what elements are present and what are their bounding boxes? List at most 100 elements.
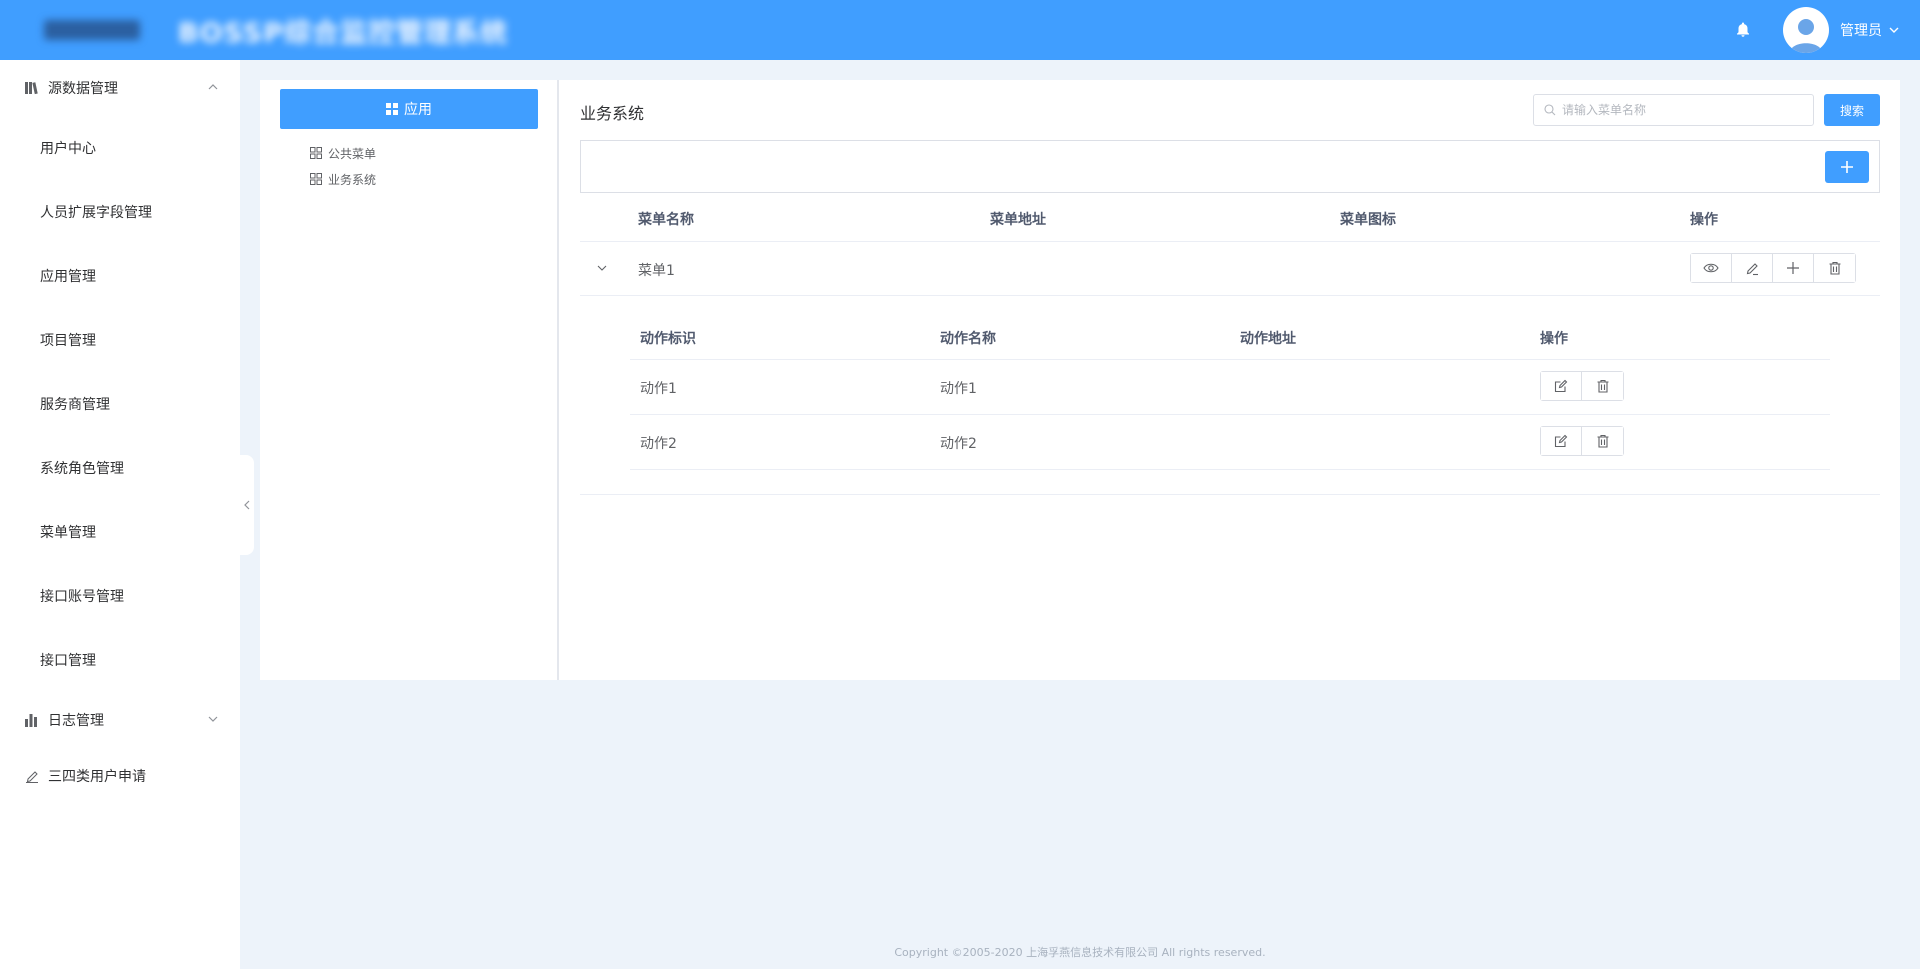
sidebar-item-api-accounts[interactable]: 接口账号管理 — [0, 564, 240, 628]
sidebar-item-label: 项目管理 — [40, 333, 96, 349]
edit-icon — [1554, 379, 1568, 393]
app-title: BOSSP综合监控管理系统 — [178, 17, 508, 49]
sidebar-item-role-management[interactable]: 系统角色管理 — [0, 436, 240, 500]
trash-icon — [1829, 261, 1840, 275]
sidebar-item-extension-fields[interactable]: 人员扩展字段管理 — [0, 180, 240, 244]
sidebar-item-label: 接口账号管理 — [40, 589, 124, 605]
table-toolbar — [580, 140, 1880, 193]
search-input[interactable] — [1562, 103, 1802, 117]
table-row: 菜单1 — [580, 242, 1880, 296]
edit-button[interactable] — [1541, 427, 1582, 455]
app-button[interactable]: 应用 — [280, 89, 538, 129]
app-tree-panel: 应用 公共菜单 业务系统 — [260, 80, 559, 680]
edit-button[interactable] — [1732, 254, 1773, 282]
row-action-group — [1540, 371, 1624, 401]
chevron-down-icon — [208, 712, 218, 728]
tree-node-public-menu[interactable]: 公共菜单 — [310, 144, 376, 162]
edit-pen-icon — [1746, 263, 1758, 276]
sidebar-item-project-management[interactable]: 项目管理 — [0, 308, 240, 372]
sidebar-item-label: 系统角色管理 — [40, 461, 124, 477]
sidebar-item-label: 用户中心 — [40, 141, 96, 157]
column-header: 动作地址 — [1240, 331, 1296, 347]
sidebar-item-app-management[interactable]: 应用管理 — [0, 244, 240, 308]
column-header: 操作 — [1690, 212, 1718, 228]
sidebar-item-api-management[interactable]: 接口管理 — [0, 628, 240, 692]
table-row: 动作2 动作2 — [630, 415, 1830, 470]
trash-icon — [1597, 434, 1608, 448]
library-icon — [24, 80, 40, 96]
logo-area: BOSSP综合监控管理系统 — [0, 0, 508, 60]
tree-node-label: 公共菜单 — [328, 146, 377, 161]
app-button-label: 应用 — [404, 102, 432, 118]
chevron-down-icon[interactable] — [1888, 24, 1900, 36]
trash-icon — [1597, 379, 1608, 393]
delete-button[interactable] — [1582, 427, 1623, 455]
menu-content-panel: 业务系统 搜索 菜单名称 菜单地址 菜单图标 操作 — [580, 80, 1880, 680]
column-header: 菜单地址 — [990, 212, 1046, 228]
header-right: 管理员 — [1733, 0, 1920, 60]
sidebar-item-user-center[interactable]: 用户中心 — [0, 116, 240, 180]
search-box[interactable] — [1533, 94, 1814, 126]
row-action-group — [1540, 426, 1624, 456]
sidebar-item-label: 接口管理 — [40, 653, 96, 669]
sidebar-group-label: 三四类用户申请 — [48, 769, 146, 785]
sidebar-group-label: 日志管理 — [48, 713, 104, 729]
column-header: 操作 — [1540, 331, 1568, 347]
company-logo — [44, 20, 140, 40]
grid-outline-icon — [310, 147, 322, 159]
sidebar-group-label: 源数据管理 — [48, 81, 118, 97]
column-header: 菜单名称 — [638, 212, 694, 228]
column-header: 动作标识 — [640, 331, 696, 347]
edit-icon — [1554, 434, 1568, 448]
row-action-group — [1690, 253, 1856, 283]
delete-button[interactable] — [1582, 372, 1623, 400]
menu-table-header: 菜单名称 菜单地址 菜单图标 操作 — [580, 193, 1880, 242]
sidebar-collapse-handle[interactable] — [240, 455, 254, 555]
divider — [580, 494, 1880, 495]
search-button[interactable]: 搜索 — [1824, 94, 1880, 126]
action-name-cell: 动作2 — [940, 436, 977, 452]
action-id-cell: 动作1 — [640, 381, 677, 397]
sidebar: 源数据管理 用户中心 人员扩展字段管理 应用管理 项目管理 服务商管理 系统角色… — [0, 60, 240, 969]
tree-node-business-system[interactable]: 业务系统 — [310, 170, 376, 188]
action-table-header: 动作标识 动作名称 动作地址 操作 — [630, 312, 1830, 360]
sidebar-item-label: 服务商管理 — [40, 397, 110, 413]
delete-button[interactable] — [1814, 254, 1855, 282]
sidebar-item-label: 人员扩展字段管理 — [40, 205, 152, 221]
view-button[interactable] — [1691, 254, 1732, 282]
sidebar-item-label: 应用管理 — [40, 269, 96, 285]
plus-icon — [1787, 262, 1799, 274]
main-card: 应用 公共菜单 业务系统 业务系统 请输入菜单名称 搜索 菜单名称 菜单地址 菜… — [260, 80, 1900, 680]
user-name[interactable]: 管理员 — [1840, 20, 1882, 40]
grid-icon — [386, 103, 398, 115]
add-child-button[interactable] — [1773, 254, 1814, 282]
action-id-cell: 动作2 — [640, 436, 677, 452]
edit-pen-icon — [24, 768, 40, 784]
footer-copyright: Copyright ©2005-2020 上海孚燕信息技术有限公司 All ri… — [894, 946, 1266, 959]
sidebar-item-menu-management[interactable]: 菜单管理 — [0, 500, 240, 564]
notification-bell-icon[interactable] — [1733, 20, 1753, 40]
sidebar-group-logs[interactable]: 日志管理 — [0, 692, 240, 748]
sidebar-item-label: 菜单管理 — [40, 525, 96, 541]
top-header: BOSSP综合监控管理系统 管理员 — [0, 0, 1920, 60]
user-avatar[interactable] — [1783, 7, 1829, 53]
sidebar-group-source-data[interactable]: 源数据管理 — [0, 60, 240, 116]
tree-node-label: 业务系统 — [328, 172, 377, 187]
add-menu-button[interactable] — [1825, 151, 1869, 183]
plus-icon — [1841, 161, 1853, 173]
sidebar-item-provider-management[interactable]: 服务商管理 — [0, 372, 240, 436]
search-icon — [1544, 104, 1556, 116]
grid-outline-icon — [310, 173, 322, 185]
menu-name-cell: 菜单1 — [638, 263, 675, 279]
bar-chart-icon — [24, 712, 40, 728]
table-row: 动作1 动作1 — [630, 360, 1830, 415]
chevron-left-icon — [244, 500, 250, 510]
edit-button[interactable] — [1541, 372, 1582, 400]
column-header: 菜单图标 — [1340, 212, 1396, 228]
chevron-up-icon — [208, 80, 218, 96]
eye-icon — [1703, 263, 1719, 273]
sidebar-group-user-application[interactable]: 三四类用户申请 — [0, 748, 240, 804]
action-name-cell: 动作1 — [940, 381, 977, 397]
panel-title: 业务系统 — [580, 104, 645, 123]
chevron-down-icon[interactable] — [596, 262, 608, 274]
